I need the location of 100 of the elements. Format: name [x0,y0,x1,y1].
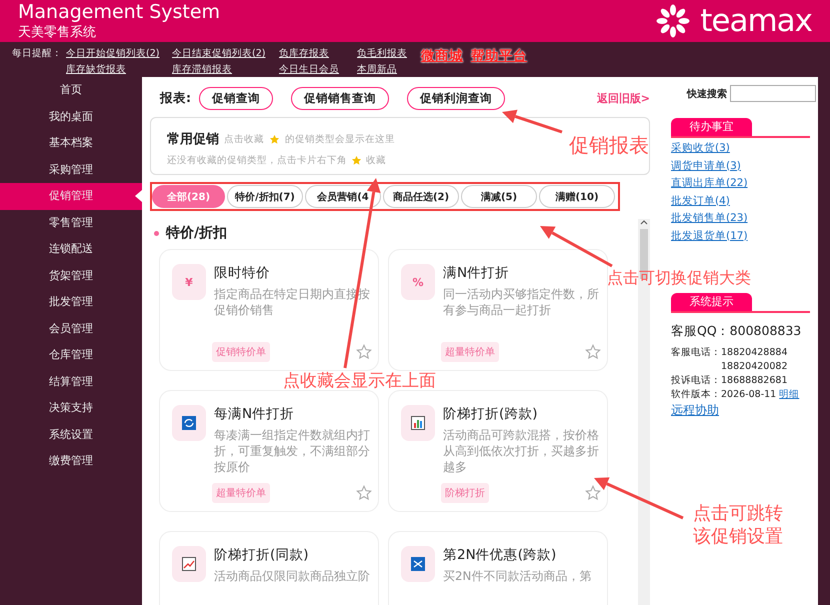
search-label: 快速搜索 [687,88,727,100]
phone-number: 18820420082 [721,360,788,374]
star-icon [269,134,280,144]
report-button[interactable]: 促销利润查询 [407,86,505,110]
section-title: 特价/折扣 [166,224,228,242]
sidebar-item[interactable]: 首页 [0,77,142,104]
remote-help-link[interactable]: 远程协助 [671,402,719,419]
favorites-hint: 点击收藏 [224,132,264,146]
sidebar-item[interactable]: 促销管理 [0,183,142,210]
favorites-title: 常用促销 [167,131,219,148]
reminder-link[interactable]: 本周新品 [357,62,417,78]
todo-link[interactable]: 批发退货单(17) [671,228,748,245]
promotion-card[interactable]: 阶梯打折(跨款) 活动商品可跨款混搭，按价格从高到低依次打折，买越多折越多 阶梯打折 [388,390,608,512]
card-icon: ¥ [185,276,193,288]
sidebar-item[interactable]: 基本档案 [0,130,142,156]
reminder-link[interactable]: 今日开始促销列表(2) [66,46,172,62]
report-label: 报表: [160,90,191,106]
favorites-hint: 的促销类型会显示在这里 [285,132,395,146]
phone-number: 18820428884 [721,346,788,360]
search-field[interactable] [730,85,816,102]
todo-link[interactable]: 调货申请单(3) [671,158,741,175]
reminder-link[interactable]: 负毛利报表 [357,46,417,62]
sidebar-item[interactable]: 批发管理 [0,289,142,316]
reminder-link[interactable]: 今日结束促销列表(2) [172,46,279,62]
filter-tab[interactable]: 特价/折扣(7) [227,185,303,208]
version-text: 软件版本：2026-08-11 [671,388,776,402]
card-tag: 阶梯打折 [441,483,489,503]
complaint-phone: 投诉电话：18688882681 [671,374,788,388]
flower-logo-icon [656,4,690,38]
star-icon[interactable] [356,344,372,360]
filter-tab[interactable]: 会员营销(4 [305,185,381,208]
annotation-text: 点击可切换促销大类 [607,268,751,288]
shuffle-icon [411,557,425,571]
line-chart-icon [182,557,196,571]
annotation-text: 促销报表 [569,133,649,158]
card-description: 买2N件不同款活动商品，第 [443,568,592,585]
promotion-card[interactable]: % 满N件打折 同一活动内买够指定件数，所有参与商品一起打折 超量特价单 [388,249,608,371]
sidebar-item[interactable]: 会员管理 [0,316,142,342]
cycle-icon [182,416,196,430]
app-title: Management System [18,0,220,24]
card-description: 同一活动内买够指定件数，所有参与商品一起打折 [443,286,600,319]
bar-chart-icon [411,416,425,430]
card-title: 限时特价 [214,264,270,282]
star-icon[interactable] [585,344,601,360]
card-description: 每凑满一组指定件数就组内打折，可重复触发，不满组部分按原价 [214,427,371,476]
card-title: 阶梯打折(同款) [214,546,309,564]
todo-link[interactable]: 批发订单(4) [671,192,730,210]
card-title: 第2N件优惠(跨款) [443,546,556,564]
star-icon [351,155,362,166]
card-icon: % [412,276,424,288]
sidebar-item[interactable]: 结算管理 [0,368,142,395]
reminder-link[interactable]: 库存缺货报表 [66,62,172,78]
sidebar-item[interactable]: 连锁配送 [0,236,142,262]
card-description: 活动商品仅限同款商品独立阶 [214,568,371,585]
promotion-card[interactable]: 每满N件打折 每凑满一组指定件数就组内打折，可重复触发，不满组部分按原价 超量特价单 [159,390,379,512]
phone-label: 客服电话： [671,346,721,360]
filter-tab[interactable]: 满减(5) [461,185,537,208]
card-title: 满N件打折 [443,264,510,282]
reminder-link[interactable]: 今日生日会员 [279,62,357,78]
todo-link[interactable]: 采购收货(3) [671,140,730,158]
back-link[interactable]: 返回旧版> [596,90,650,106]
card-tag: 超量特价单 [441,342,499,362]
annotation-text: 点击可跳转该促销设置 [693,503,783,548]
todo-link[interactable]: 直调出库单(22) [671,175,748,192]
filter-tab[interactable]: 满赠(10) [539,185,615,208]
header-link[interactable]: 微商城 [421,46,463,66]
annotation-arrow [502,110,562,134]
todo-link[interactable]: 批发销售单(23) [671,210,748,228]
report-button[interactable]: 促销销售查询 [291,86,389,110]
card-tag: 促销特价单 [212,342,270,362]
star-icon[interactable] [585,485,601,501]
reminder-link[interactable]: 负库存报表 [279,46,357,62]
details-link[interactable]: 明细 [779,388,800,402]
qq-text: 客服QQ：800808833 [671,323,802,340]
sidebar-item[interactable]: 仓库管理 [0,342,142,368]
card-tag: 超量特价单 [212,483,270,503]
promotion-card[interactable]: 阶梯打折(同款) 活动商品仅限同款商品独立阶 [159,531,379,605]
sidebar-item[interactable]: 货架管理 [0,262,142,289]
scroll-up-icon[interactable] [640,219,648,227]
star-icon[interactable] [356,485,372,501]
app-subtitle: 天美零售系统 [18,24,97,42]
logo-text: teamax [700,3,812,39]
card-description: 活动商品可跨款混搭，按价格从高到低依次打折，买越多折越多 [443,427,600,476]
promotion-card[interactable]: 第2N件优惠(跨款) 买2N件不同款活动商品，第 [388,531,608,605]
empty-message: 收藏 [366,154,386,167]
reminder-label: 每日提醒： [12,47,62,61]
empty-message: 还没有收藏的促销类型，点击卡片右下角 [167,154,347,167]
sidebar-item[interactable]: 我的桌面 [0,104,142,130]
sidebar-item[interactable]: 缴费管理 [0,448,142,474]
filter-tab[interactable]: 商品任选(2) [383,185,459,208]
sidebar-item[interactable]: 采购管理 [0,156,142,183]
header-link[interactable]: 帮助平台 [471,46,527,66]
bullet-icon [154,230,159,236]
annotation-text: 点收藏会显示在上面 [283,373,436,390]
reminder-link[interactable]: 库存滞销报表 [172,62,279,78]
sidebar-item[interactable]: 系统设置 [0,422,142,448]
sidebar-item[interactable]: 决策支持 [0,395,142,422]
card-title: 每满N件打折 [214,405,294,423]
sidebar-item[interactable]: 零售管理 [0,210,142,236]
report-button[interactable]: 促销查询 [199,86,273,110]
